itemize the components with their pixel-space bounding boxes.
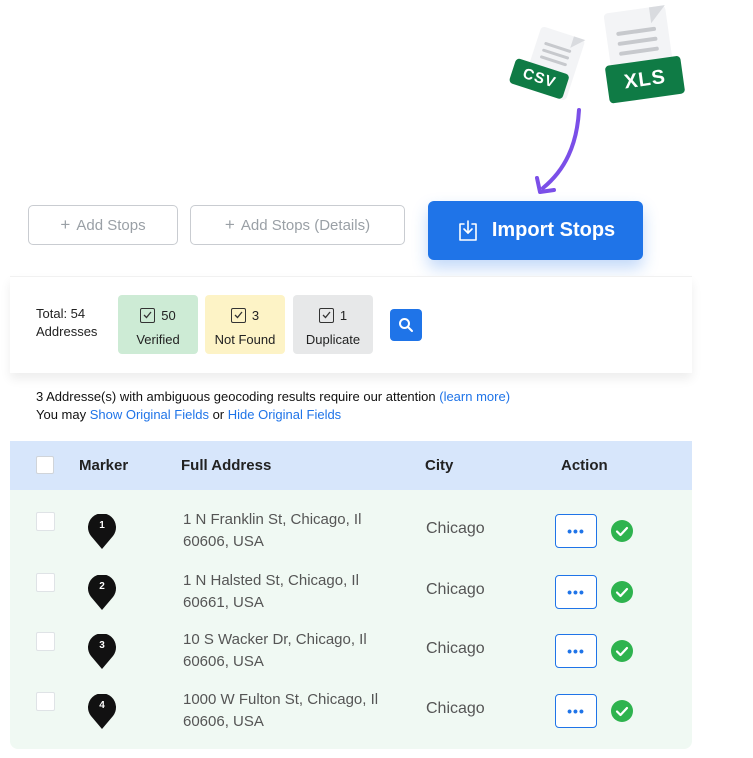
- add-stops-details-button[interactable]: + Add Stops (Details): [190, 205, 405, 245]
- row-checkbox[interactable]: [36, 512, 55, 531]
- add-stops-details-label: Add Stops (Details): [240, 216, 371, 234]
- verified-label: Verified: [136, 332, 180, 347]
- not-found-label: Not Found: [214, 332, 276, 347]
- total-count: Total: 54: [36, 306, 86, 321]
- marker-number: 4: [99, 700, 105, 711]
- address-line: 60606, USA: [183, 713, 264, 730]
- hide-original-fields-link[interactable]: Hide Original Fields: [228, 407, 341, 422]
- curved-arrow-icon: [535, 108, 581, 194]
- import-stops-label: Import Stops: [491, 219, 616, 241]
- verified-check-icon: [611, 520, 633, 542]
- more-options-button[interactable]: •••: [555, 575, 597, 609]
- full-address: 1000 W Fulton St, Chicago, Il 60606, USA: [183, 689, 413, 733]
- total-label: Addresses: [36, 324, 98, 339]
- more-options-button[interactable]: •••: [555, 694, 597, 728]
- duplicate-filter[interactable]: 1 Duplicate: [293, 295, 373, 354]
- duplicate-label: Duplicate: [305, 332, 361, 347]
- search-button[interactable]: [390, 309, 422, 341]
- city: Chicago: [426, 520, 485, 537]
- marker-number: 2: [99, 581, 105, 592]
- address-line: 1 N Franklin St, Chicago, Il: [183, 511, 362, 528]
- verified-check-icon: [611, 581, 633, 603]
- full-address: 1 N Halsted St, Chicago, Il 60661, USA: [183, 570, 413, 614]
- select-all-checkbox[interactable]: [36, 456, 54, 474]
- header-marker: Marker: [79, 457, 129, 474]
- city: Chicago: [426, 700, 485, 717]
- address-line: 60606, USA: [183, 533, 264, 550]
- row-checkbox[interactable]: [36, 632, 55, 651]
- verified-check-icon: [611, 640, 633, 662]
- more-options-button[interactable]: •••: [555, 514, 597, 548]
- city: Chicago: [426, 581, 485, 598]
- not-found-filter[interactable]: 3 Not Found: [205, 295, 285, 354]
- header-city: City: [425, 457, 454, 474]
- add-stops-button[interactable]: + Add Stops: [28, 205, 178, 245]
- not-found-count: 3: [251, 307, 260, 323]
- table-row: 1 1 N Franklin St, Chicago, Il 60606, US…: [10, 490, 692, 550]
- marker-pin-icon: 3: [87, 633, 117, 670]
- verified-filter[interactable]: 50 Verified: [118, 295, 198, 354]
- search-icon: [398, 317, 414, 333]
- marker-number: 1: [99, 520, 105, 531]
- verified-count: 50: [161, 307, 176, 323]
- address-line: 10 S Wacker Dr, Chicago, Il: [183, 631, 367, 648]
- table-header: Marker Full Address City Action: [10, 441, 692, 490]
- xls-fold: [648, 5, 668, 24]
- header-action: Action: [561, 457, 608, 474]
- marker-number: 3: [99, 640, 105, 651]
- header-full-address: Full Address: [181, 457, 272, 474]
- notice-or: or: [208, 407, 228, 422]
- table-row: 4 1000 W Fulton St, Chicago, Il 60606, U…: [10, 670, 692, 730]
- addresses-table: Marker Full Address City Action 1 1 N Fr…: [10, 441, 692, 749]
- marker-pin-icon: 2: [87, 574, 117, 611]
- notice-prefix: You may: [36, 407, 90, 422]
- full-address: 10 S Wacker Dr, Chicago, Il 60606, USA: [183, 629, 413, 673]
- plus-icon: +: [60, 215, 71, 234]
- more-options-button[interactable]: •••: [555, 634, 597, 668]
- plus-icon: +: [224, 215, 235, 234]
- show-original-fields-link[interactable]: Show Original Fields: [90, 407, 209, 422]
- learn-more-link[interactable]: (learn more): [439, 389, 510, 404]
- checkmark-icon: [230, 307, 246, 323]
- marker-pin-icon: 4: [87, 693, 117, 730]
- xls-file-icon: XLS: [592, 2, 705, 115]
- row-checkbox[interactable]: [36, 692, 55, 711]
- summary-panel: Total: 54 Addresses 50 Verified 3 Not Fo…: [10, 276, 692, 373]
- verified-check-icon: [611, 700, 633, 722]
- table-row: 3 10 S Wacker Dr, Chicago, Il 60606, USA…: [10, 610, 692, 670]
- row-checkbox[interactable]: [36, 573, 55, 592]
- checkmark-icon: [140, 307, 156, 323]
- address-line: 1 N Halsted St, Chicago, Il: [183, 572, 359, 589]
- add-stops-label: Add Stops: [76, 216, 146, 234]
- import-stops-button[interactable]: Import Stops: [428, 201, 643, 260]
- geocoding-notice: 3 Addresse(s) with ambiguous geocoding r…: [36, 388, 510, 424]
- import-icon: [456, 219, 480, 243]
- table-body: 1 1 N Franklin St, Chicago, Il 60606, US…: [10, 490, 692, 749]
- city: Chicago: [426, 640, 485, 657]
- duplicate-count: 1: [339, 307, 348, 323]
- notice-text: 3 Addresse(s) with ambiguous geocoding r…: [36, 389, 440, 404]
- address-line: 1000 W Fulton St, Chicago, Il: [183, 691, 379, 708]
- checkmark-icon: [318, 307, 334, 323]
- total-addresses: Total: 54 Addresses: [36, 305, 97, 341]
- table-row: 2 1 N Halsted St, Chicago, Il 60661, USA…: [10, 551, 692, 611]
- full-address: 1 N Franklin St, Chicago, Il 60606, USA: [183, 509, 413, 553]
- marker-pin-icon: 1: [87, 513, 117, 550]
